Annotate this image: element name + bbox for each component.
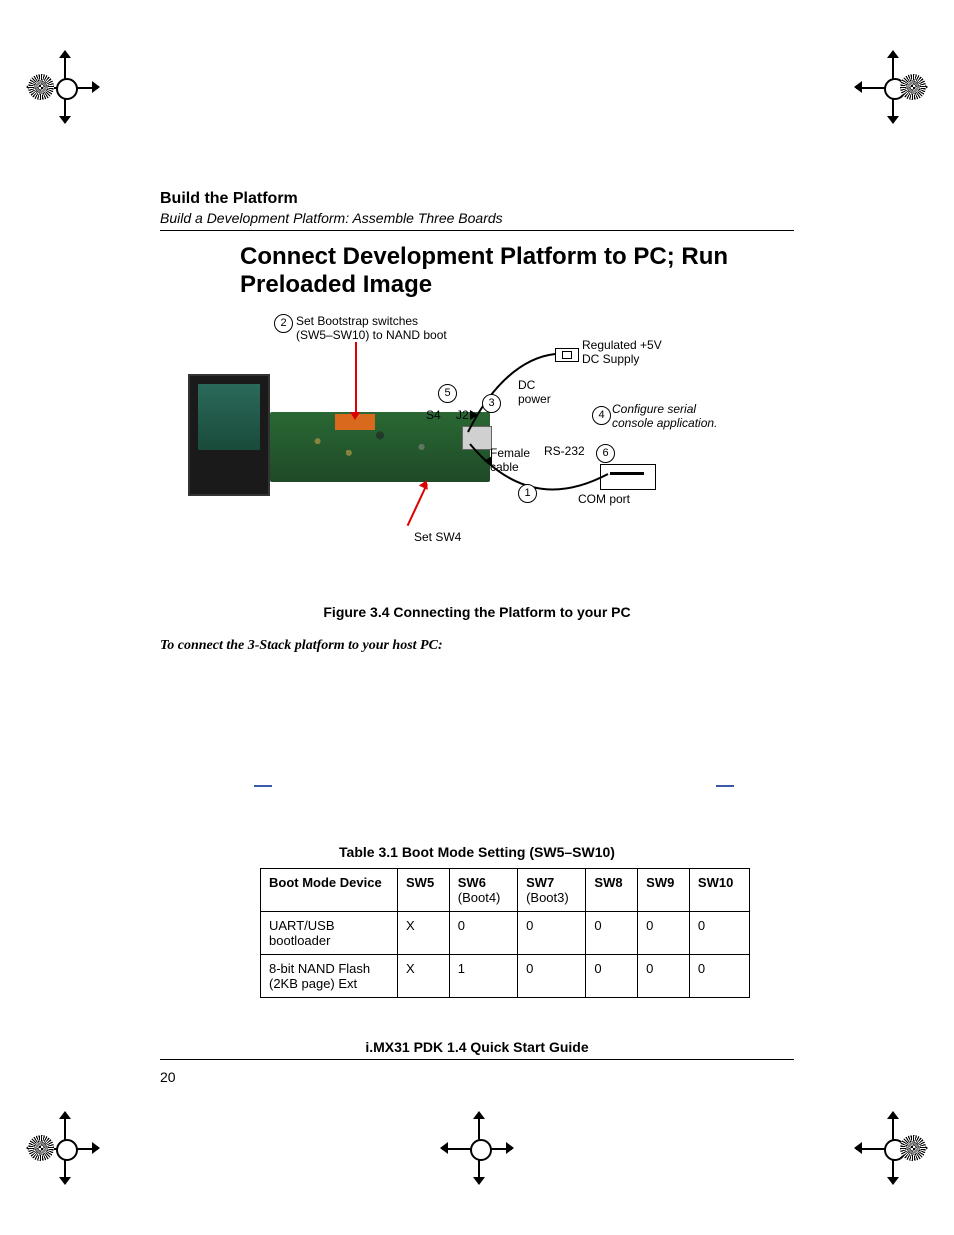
- callout-5: 5: [438, 384, 457, 403]
- th-device: Boot Mode Device: [261, 869, 398, 912]
- th-sw7-l1: SW7: [526, 875, 554, 890]
- section-heading: Connect Development Platform to PC; Run …: [240, 243, 794, 298]
- red-arrow-head-icon: [350, 412, 360, 420]
- cell-sw5: X: [398, 912, 450, 955]
- th-sw6-l1: SW6: [458, 875, 486, 890]
- cell-sw6: 0: [449, 912, 517, 955]
- cell-device-l2: bootloader: [269, 933, 330, 948]
- header-rule: [160, 230, 794, 231]
- page: Build the Platform Build a Development P…: [0, 0, 954, 1235]
- callout-2: 2: [274, 314, 293, 333]
- table-row: UART/USB bootloader X 0 0 0 0 0: [261, 912, 750, 955]
- table-header-row: Boot Mode Device SW5 SW6 (Boot4) SW7 (Bo…: [261, 869, 750, 912]
- cell-sw6: 1: [449, 955, 517, 998]
- label-dc-2: power: [518, 392, 551, 406]
- callout-4: 4: [592, 406, 611, 425]
- cell-sw10: 0: [689, 912, 749, 955]
- content-area: Build the Platform Build a Development P…: [160, 190, 794, 998]
- cell-sw8: 0: [586, 912, 638, 955]
- footer-guide-title: i.MX31 PDK 1.4 Quick Start Guide: [160, 1039, 794, 1055]
- table-caption: Table 3.1 Boot Mode Setting (SW5–SW10): [160, 844, 794, 860]
- page-footer: i.MX31 PDK 1.4 Quick Start Guide: [160, 1039, 794, 1060]
- cell-device-l1: UART/USB: [269, 918, 335, 933]
- cell-sw5: X: [398, 955, 450, 998]
- crop-mark-icon: [856, 1113, 926, 1183]
- label-bootstrap-2: (SW5–SW10) to NAND boot: [296, 328, 447, 342]
- label-female: Female: [490, 446, 530, 460]
- label-psu-1: Regulated +5V: [582, 338, 662, 352]
- page-number: 20: [160, 1069, 176, 1085]
- figure-3-4: 2 Set Bootstrap switches (SW5–SW10) to N…: [160, 314, 794, 574]
- cell-device-l2: (2KB page) Ext: [269, 976, 357, 991]
- cell-sw9: 0: [638, 955, 690, 998]
- cell-sw7: 0: [518, 912, 586, 955]
- arrow-head-icon: [484, 456, 492, 466]
- th-sw6: SW6 (Boot4): [449, 869, 517, 912]
- crop-mark-icon: [28, 1113, 98, 1183]
- cell-device: 8-bit NAND Flash (2KB page) Ext: [261, 955, 398, 998]
- crop-mark-icon: [856, 52, 926, 122]
- running-header-title: Build the Platform: [160, 190, 794, 208]
- footer-rule: [160, 1059, 794, 1060]
- crop-mark-icon: [442, 1113, 512, 1183]
- cell-device-l1: 8-bit NAND Flash: [269, 961, 370, 976]
- th-sw7: SW7 (Boot3): [518, 869, 586, 912]
- table-3-1: Table 3.1 Boot Mode Setting (SW5–SW10) B…: [160, 844, 794, 998]
- cell-sw10: 0: [689, 955, 749, 998]
- label-serial-1: Configure serial: [612, 402, 696, 416]
- label-s4: S4: [426, 408, 441, 422]
- guide-tick-icon: [254, 785, 272, 787]
- label-cable: cable: [490, 460, 519, 474]
- red-arrow-line: [407, 484, 428, 527]
- cell-sw8: 0: [586, 955, 638, 998]
- guide-tick-icon: [716, 785, 734, 787]
- label-j2: J2: [456, 408, 469, 422]
- label-bootstrap-1: Set Bootstrap switches: [296, 314, 418, 328]
- label-dc-1: DC: [518, 378, 535, 392]
- callout-1: 1: [518, 484, 537, 503]
- cell-device: UART/USB bootloader: [261, 912, 398, 955]
- label-psu-2: DC Supply: [582, 352, 639, 366]
- board-main-illustration: [270, 412, 490, 482]
- board-lcd-illustration: [188, 374, 270, 496]
- table-row: 8-bit NAND Flash (2KB page) Ext X 1 0 0 …: [261, 955, 750, 998]
- label-set-sw4: Set SW4: [414, 530, 461, 544]
- th-sw8: SW8: [586, 869, 638, 912]
- label-rs232: RS-232: [544, 444, 585, 458]
- th-sw7-l2: (Boot3): [526, 890, 569, 905]
- arrow-head-icon: [470, 410, 478, 420]
- cell-sw9: 0: [638, 912, 690, 955]
- th-sw9: SW9: [638, 869, 690, 912]
- th-sw5: SW5: [398, 869, 450, 912]
- label-com-port: COM port: [578, 492, 630, 506]
- th-sw6-l2: (Boot4): [458, 890, 501, 905]
- label-serial-2: console application.: [612, 416, 717, 430]
- intro-text: To connect the 3-Stack platform to your …: [160, 638, 794, 654]
- figure-caption: Figure 3.4 Connecting the Platform to yo…: [160, 604, 794, 620]
- crop-mark-icon: [28, 52, 98, 122]
- red-arrow-line: [355, 342, 357, 414]
- boot-mode-table: Boot Mode Device SW5 SW6 (Boot4) SW7 (Bo…: [260, 868, 750, 998]
- th-sw10: SW10: [689, 869, 749, 912]
- cell-sw7: 0: [518, 955, 586, 998]
- running-header-subtitle: Build a Development Platform: Assemble T…: [160, 210, 794, 226]
